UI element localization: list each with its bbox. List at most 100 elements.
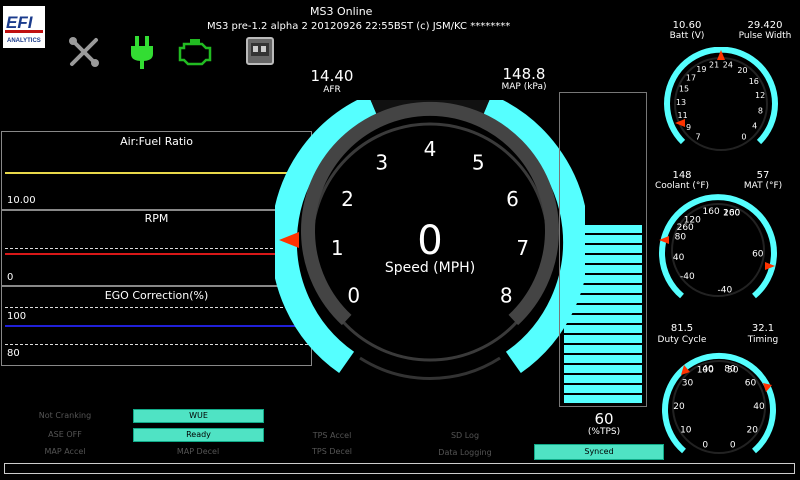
ego-graph-title: EGO Correction(%) [104, 289, 209, 302]
tps-bar-segment [564, 255, 642, 263]
indicator-not-cranking: Not Cranking [38, 411, 92, 420]
duty-label: Duty Cycle [657, 335, 707, 345]
speed-value: 0 [417, 218, 442, 264]
speed-tick-1: 1 [331, 236, 344, 260]
timing-tick-2: 20 [673, 402, 685, 412]
pw-tick-2: 8 [758, 107, 763, 116]
speed-tick-0: 0 [347, 283, 360, 307]
afr-graph: Air:Fuel Ratio 10.00 [1, 131, 312, 211]
rpm-trace [5, 253, 308, 255]
tools-icon[interactable] [66, 34, 102, 70]
tps-bar-segment [564, 365, 642, 373]
rpm-graph: RPM 0 [1, 209, 312, 287]
afr-label: AFR [323, 85, 341, 95]
tps-bar-segment [564, 295, 642, 303]
map-value: 148.8 [502, 65, 546, 83]
clt-mat-gauge: -4060160260 -404080120160 200 [659, 194, 777, 299]
pw-tick-1: 4 [752, 121, 757, 130]
batt-tick-6: 19 [696, 65, 706, 74]
tps-bar-segment [564, 355, 642, 363]
speed-tick-5: 5 [472, 151, 485, 175]
tps-bar-segment [564, 245, 642, 253]
batt-label: Batt (V) [669, 31, 705, 41]
ego-graph: EGO Correction(%) 100 80 [1, 285, 312, 366]
pw-tick-6: 24 [723, 60, 733, 69]
mat-ticks: -40 40 80 120160 200 [673, 207, 741, 282]
batt-pw-gauge: 79 11 13 15 1719 21 048 12 1620 24 [664, 47, 778, 151]
timing-tick-5: 50 [727, 366, 739, 376]
mat-tick-0: -40 [680, 272, 695, 282]
indicator-map-decel: MAP Decel [176, 447, 220, 456]
tps-bar-segment [564, 235, 642, 243]
timing-tick-3: 30 [682, 379, 694, 389]
afr-graph-min: 10.00 [7, 195, 36, 206]
timing-ticks: 0 10 20 30 40 50 [673, 365, 738, 451]
pw-tick-0: 0 [741, 133, 746, 142]
ego-graph-min: 80 [7, 348, 20, 359]
ego-trace [5, 325, 308, 327]
firmware-signature: MS3 pre-1.2 alpha 2 20120926 22:55BST (c… [207, 21, 511, 32]
timing-tick-4: 40 [702, 365, 714, 375]
tps-bar-segment [564, 395, 642, 403]
rpm-ref-line [5, 248, 308, 249]
indicator-tps-decel: TPS Decel [312, 447, 352, 456]
dashboard-icon[interactable] [243, 34, 279, 70]
duty-value: 81.5 [670, 323, 694, 334]
batt-tick-1: 9 [686, 123, 691, 132]
duty-tick-3: 60 [745, 379, 757, 389]
tps-bar-segment [564, 345, 642, 353]
indicator-map-accel: MAP Accel [44, 447, 86, 456]
ego-ref-line-top [5, 307, 308, 308]
indicator-tps-accel: TPS Accel [312, 431, 352, 440]
indicator-data-logging: Data Logging [438, 448, 492, 457]
logo-subtext: ANALYTICS [7, 38, 41, 44]
batt-tick-4: 15 [679, 85, 689, 94]
clt-value: 148 [672, 170, 692, 181]
mat-tick-2: 80 [675, 233, 687, 243]
pw-value: 29.420 [747, 20, 783, 31]
indicator-sd-log: SD Log [450, 431, 480, 440]
speed-tick-8: 8 [500, 283, 513, 307]
clt-tick-1: 60 [752, 250, 764, 260]
tps-bar-segment [564, 225, 642, 233]
indicator-ase-off: ASE OFF [48, 430, 82, 439]
speed-tick-7: 7 [516, 236, 529, 260]
timing-tick-0: 0 [702, 441, 708, 451]
ego-graph-ref: 100 [7, 311, 27, 322]
batt-tick-2: 11 [678, 111, 688, 120]
efi-analytics-logo: EFI ANALYTICS [3, 6, 45, 48]
afr-graph-title: Air:Fuel Ratio [120, 135, 193, 148]
tps-bar-fill [564, 219, 642, 403]
speed-tick-2: 2 [341, 187, 354, 211]
speed-tick-4: 4 [424, 137, 437, 161]
tps-bar-segment [564, 375, 642, 383]
afr-value: 14.40 [310, 67, 354, 85]
duty-timing-gauge: 020406080100 010203040 50 [662, 352, 776, 454]
clt-tick-0: -40 [718, 286, 733, 296]
indicator-ready: Ready [133, 428, 264, 442]
tps-label: (%TPS) [587, 427, 621, 437]
indicator-wue: WUE [133, 409, 264, 423]
pw-tick-4: 16 [749, 77, 759, 86]
tps-bar-segment [564, 335, 642, 343]
power-plug-icon[interactable] [124, 34, 160, 70]
pw-tick-3: 12 [755, 91, 765, 100]
indicator-synced: Synced [534, 444, 664, 460]
mat-value: 57 [756, 170, 770, 181]
speed-tick-3: 3 [375, 151, 388, 175]
duty-tick-0: 0 [730, 441, 736, 451]
duty-ticks: 020406080100 [697, 365, 765, 451]
ego-ref-line-bottom [5, 344, 308, 345]
afr-trace [5, 172, 308, 174]
pw-label: Pulse Width [738, 31, 792, 41]
tps-bar [559, 92, 647, 407]
rpm-graph-title: RPM [144, 212, 169, 225]
rpm-graph-min: 0 [7, 272, 14, 283]
mat-tick-5: 200 [723, 209, 740, 219]
map-label: MAP (kPa) [501, 82, 547, 92]
duty-tick-2: 40 [753, 402, 765, 412]
logo-text: EFI [6, 13, 34, 32]
check-engine-icon[interactable] [176, 34, 216, 70]
mat-tick-1: 40 [673, 253, 685, 263]
speedometer-gauge: 012345678 0 Speed (MPH) [275, 100, 585, 389]
